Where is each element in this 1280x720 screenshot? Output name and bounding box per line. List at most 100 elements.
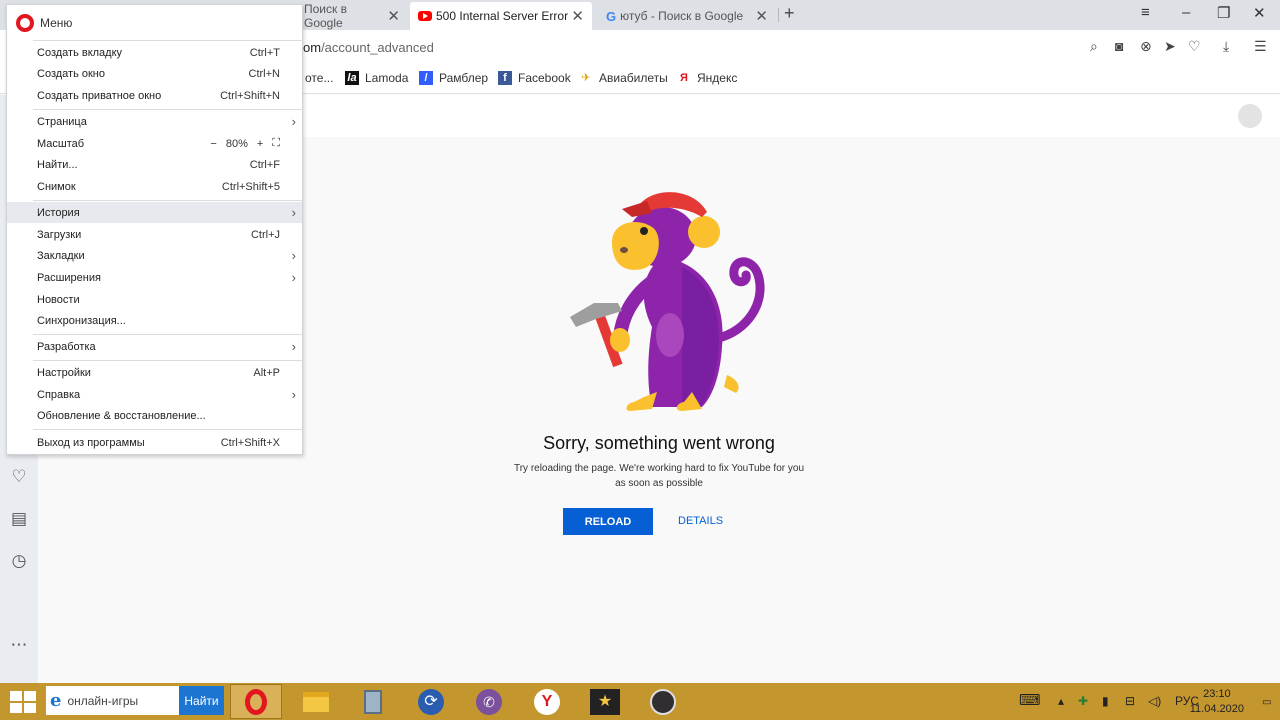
taskbar-explorer[interactable]	[290, 684, 342, 719]
menu-divider	[33, 429, 303, 430]
menu-shortcut: Ctrl+Shift+5	[221, 180, 280, 193]
obs-icon	[650, 688, 676, 715]
menu-shortcut: Alt+P	[253, 366, 280, 379]
close-icon[interactable]: ✕	[755, 7, 768, 25]
menu-item-developer[interactable]: Разработка ›	[7, 336, 302, 357]
zoom-in-button[interactable]: +	[257, 138, 263, 150]
menu-shortcut: Ctrl+N	[248, 67, 280, 80]
news-icon[interactable]: ▤	[9, 509, 29, 529]
menu-item-new-window[interactable]: Создать окно Ctrl+N	[7, 63, 302, 84]
menu-item-page[interactable]: Страница ›	[7, 111, 302, 132]
search-button[interactable]: Найти	[179, 686, 224, 715]
menu-item-history[interactable]: История ›	[7, 202, 302, 223]
reload-button[interactable]: RELOAD	[563, 508, 653, 535]
url-path: /account_advanced	[321, 40, 434, 55]
tab-google-search[interactable]: Поиск в Google ✕	[296, 2, 408, 30]
windows-start-icon[interactable]	[10, 691, 36, 713]
opera-logo-icon	[16, 14, 34, 32]
film-star-icon: ★	[590, 688, 620, 715]
tab-menu-icon[interactable]: ≡	[1141, 4, 1150, 21]
taskbar-calculator[interactable]	[347, 684, 399, 719]
chevron-up-icon[interactable]: ▴	[1058, 694, 1064, 708]
menu-item-sync[interactable]: Синхронизация...	[7, 310, 302, 331]
search-value: онлайн-игры	[67, 693, 139, 708]
taskbar-yandex-browser[interactable]: Y	[521, 684, 573, 719]
menu-item-extensions[interactable]: Расширения ›	[7, 267, 302, 288]
camera-icon[interactable]: ◙	[1115, 38, 1123, 54]
menu-item-label: Закладки	[37, 249, 85, 262]
keyboard-icon[interactable]: ⌨	[1019, 691, 1041, 709]
bookmark-label: оте...	[305, 71, 334, 85]
menu-divider	[33, 40, 303, 41]
menu-divider	[33, 334, 303, 335]
download-icon[interactable]: ⤓	[1223, 38, 1229, 55]
calculator-icon	[364, 689, 382, 714]
menu-item-bookmarks[interactable]: Закладки ›	[7, 245, 302, 266]
yandex-icon: Я	[680, 72, 688, 84]
taskbar-obs[interactable]	[637, 684, 689, 719]
easy-setup-icon[interactable]: ☰	[1254, 38, 1267, 55]
menu-item-snapshot[interactable]: Снимок Ctrl+Shift+5	[7, 176, 302, 197]
menu-item-label: Страница	[37, 115, 87, 128]
search-icon[interactable]: ⌕	[1090, 38, 1098, 55]
close-window-icon[interactable]: ✕	[1253, 4, 1266, 22]
bookmark-lamoda[interactable]: la Lamoda	[345, 71, 408, 85]
bookmark-aviatickets[interactable]: ✈ Авиабилеты	[579, 71, 668, 85]
url-field[interactable]: om/account_advanced	[303, 40, 434, 55]
bookmark-rambler[interactable]: / Рамблер	[419, 71, 488, 85]
block-icon[interactable]: ⊗	[1140, 38, 1152, 55]
zoom-out-button[interactable]: −	[210, 138, 216, 150]
menu-header[interactable]: Меню	[7, 5, 302, 41]
fullscreen-icon[interactable]: ⛶	[272, 137, 280, 150]
menu-item-news[interactable]: Новости	[7, 289, 302, 310]
new-tab-icon[interactable]: +	[784, 3, 795, 24]
menu-item-downloads[interactable]: Загрузки Ctrl+J	[7, 224, 302, 245]
menu-item-private-window[interactable]: Создать приватное окно Ctrl+Shift+N	[7, 85, 302, 106]
menu-item-help[interactable]: Справка ›	[7, 384, 302, 405]
taskbar-search-input[interactable]: e онлайн-игры	[46, 686, 179, 715]
minimize-icon[interactable]: –	[1182, 4, 1190, 21]
tab-youtube-error[interactable]: 500 Internal Server Error ✕	[410, 2, 592, 30]
menu-item-update-recovery[interactable]: Обновление & восстановление...	[7, 405, 302, 426]
notification-icon[interactable]: ▭	[1262, 697, 1271, 708]
volume-icon[interactable]: ◁)	[1148, 694, 1161, 708]
maximize-icon[interactable]: ❐	[1217, 4, 1230, 22]
bookmark-facebook[interactable]: f Facebook	[498, 71, 571, 85]
battery-icon[interactable]: ▮	[1102, 694, 1109, 708]
bookmark-label: Lamoda	[365, 71, 409, 85]
close-icon[interactable]: ✕	[571, 7, 584, 25]
menu-item-new-tab[interactable]: Создать вкладку Ctrl+T	[7, 42, 302, 63]
heart-icon[interactable]: ♡	[9, 467, 29, 487]
internet-explorer-icon: e	[50, 690, 62, 711]
avatar[interactable]	[1238, 104, 1262, 128]
more-icon[interactable]: ⋯	[9, 635, 29, 655]
network-icon[interactable]: ⊟	[1125, 694, 1135, 708]
close-icon[interactable]: ✕	[387, 7, 400, 25]
history-icon[interactable]: ◷	[9, 551, 29, 571]
bookmark-yandex[interactable]: Я Яндекс	[677, 71, 737, 85]
clock[interactable]: 23:10 11.04.2020	[1190, 687, 1244, 717]
clock-date: 11.04.2020	[1189, 703, 1244, 715]
chevron-right-icon: ›	[291, 248, 296, 263]
bookmark-label: Авиабилеты	[599, 71, 668, 85]
menu-item-label: Новости	[37, 293, 80, 306]
heart-icon[interactable]: ♡	[1188, 38, 1201, 55]
menu-item-settings[interactable]: Настройки Alt+P	[7, 362, 302, 383]
details-button[interactable]: DETAILS	[678, 515, 723, 527]
menu-item-exit[interactable]: Выход из программы Ctrl+Shift+X	[7, 432, 302, 453]
opera-icon	[245, 688, 267, 715]
bookmark-item[interactable]: оте...	[305, 71, 333, 85]
menu-title: Меню	[40, 16, 73, 30]
taskbar-movie-maker[interactable]: ★	[579, 684, 631, 719]
menu-item-label: Настройки	[37, 366, 91, 379]
network-shield-icon[interactable]: ✚	[1078, 694, 1088, 708]
zoom-control: − 80% + ⛶	[210, 137, 280, 150]
menu-item-label: Снимок	[37, 180, 76, 193]
taskbar-update[interactable]: ⟳	[405, 684, 457, 719]
taskbar-viber[interactable]: ✆	[463, 684, 515, 719]
send-icon[interactable]: ➤	[1164, 38, 1176, 55]
chevron-right-icon: ›	[291, 114, 296, 129]
taskbar-opera[interactable]	[230, 684, 282, 719]
tab-youtube-search[interactable]: G ютуб - Поиск в Google ✕	[598, 2, 776, 30]
menu-item-find[interactable]: Найти... Ctrl+F	[7, 154, 302, 175]
